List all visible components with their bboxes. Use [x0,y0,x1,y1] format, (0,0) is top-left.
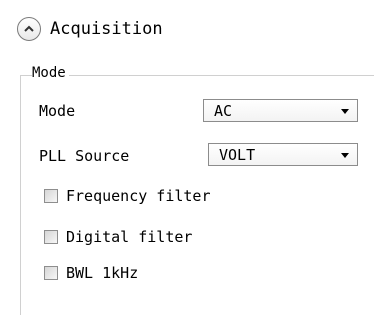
bwl-1khz-label: BWL 1kHz [66,264,139,282]
pll-source-label: PLL Source [39,147,130,165]
chevron-up-icon [24,25,34,32]
mode-group-legend: Mode [32,64,69,82]
mode-label: Mode [39,102,76,120]
collapse-section-button[interactable] [17,17,41,41]
bwl-1khz-checkbox[interactable] [44,266,58,280]
acquisition-section-header: Acquisition [0,0,374,60]
mode-dropdown-value: AC [214,102,233,120]
digital-filter-label: Digital filter [66,228,193,246]
frequency-filter-label: Frequency filter [66,187,211,205]
section-title: Acquisition [50,19,163,39]
mode-dropdown[interactable]: AC [203,99,358,122]
digital-filter-checkbox[interactable] [44,230,58,244]
pll-source-dropdown[interactable]: VOLT [208,143,358,166]
chevron-down-icon [341,109,349,114]
pll-source-dropdown-value: VOLT [219,146,256,164]
frequency-filter-checkbox[interactable] [44,189,58,203]
chevron-down-icon [341,153,349,158]
